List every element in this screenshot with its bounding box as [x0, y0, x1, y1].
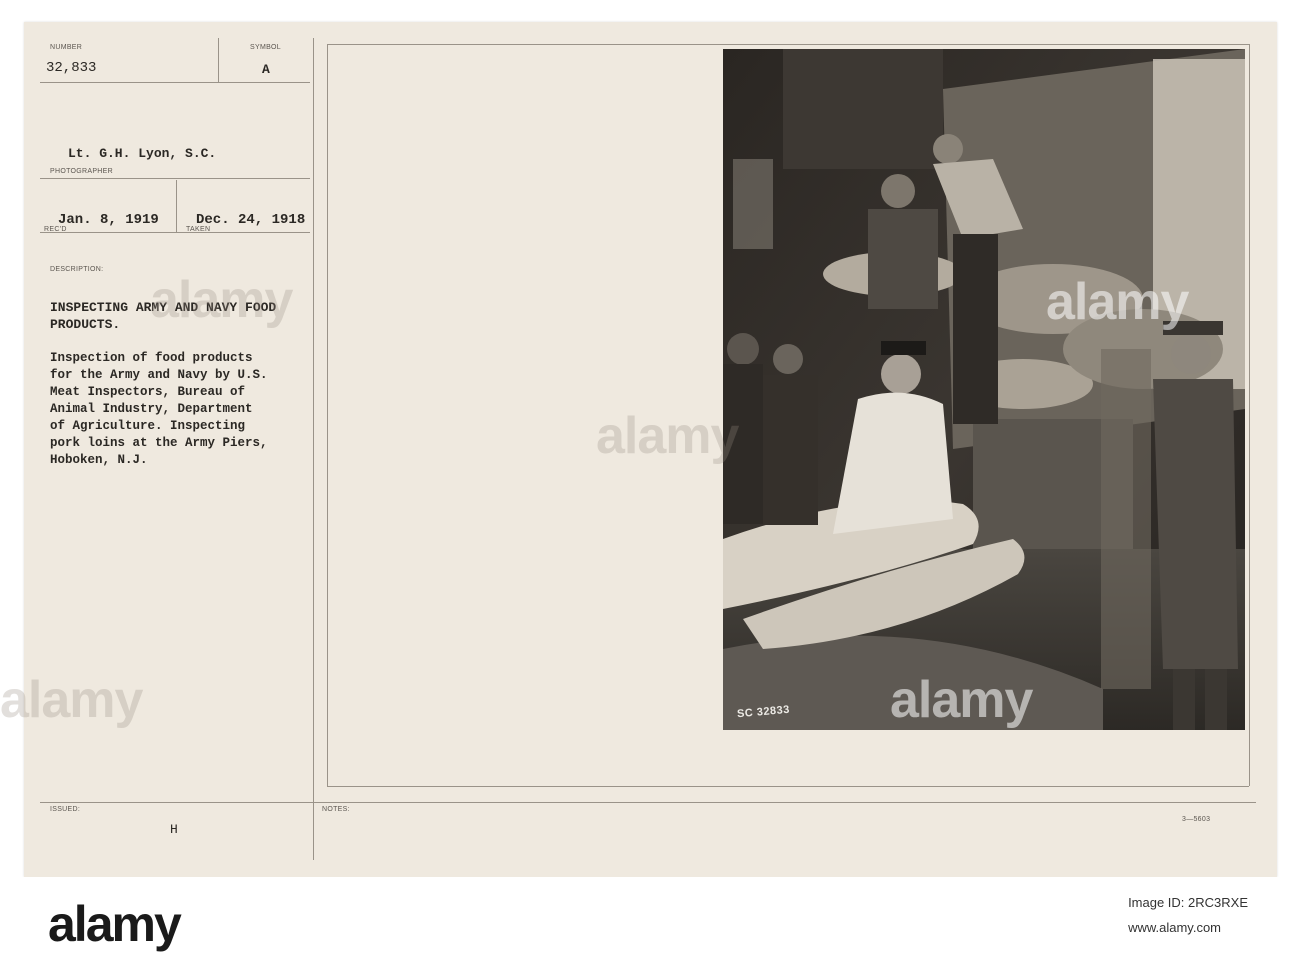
photo-frame-bottom [327, 786, 1249, 787]
issued-label: ISSUED: [50, 806, 81, 813]
description-line: of Agriculture. Inspecting [50, 419, 246, 433]
photographer-rule [40, 178, 310, 179]
description-line: for the Army and Navy by U.S. [50, 368, 268, 382]
record-card: NUMBER 32,833 SYMBOL A Lt. G.H. Lyon, S.… [0, 22, 1277, 877]
description-title-line2: PRODUCTS. [50, 317, 121, 332]
watermark: alamy [150, 271, 293, 329]
number-value: 32,833 [46, 60, 97, 76]
header-rule [40, 82, 310, 83]
watermark: alamy [890, 671, 1033, 729]
taken-date: Dec. 24, 1918 [196, 212, 306, 228]
historical-photograph: SC 32833 [723, 49, 1245, 730]
dates-rule [40, 232, 310, 233]
watermark: alamy [596, 407, 739, 465]
footer-rule [40, 802, 1256, 803]
image-meta: Image ID: 2RC3RXE www.alamy.com [1128, 895, 1248, 935]
number-label: NUMBER [50, 44, 83, 51]
description-label: DESCRIPTION: [50, 266, 104, 273]
form-number: 3—5603 [1182, 816, 1211, 823]
description-line: Animal Industry, Department [50, 402, 253, 416]
description-body: Inspection of food products for the Army… [50, 350, 268, 469]
site-url[interactable]: www.alamy.com [1128, 920, 1248, 935]
issued-value: H [170, 822, 178, 837]
photographer-label: PHOTOGRAPHER [50, 168, 113, 175]
photo-illustration [723, 49, 1245, 730]
description-line: Hoboken, N.J. [50, 453, 148, 467]
alamy-logo: alamy [48, 896, 182, 952]
symbol-value: A [262, 62, 270, 77]
notes-label: NOTES: [322, 806, 350, 813]
photo-frame-top [327, 44, 1249, 45]
column-divider [313, 38, 314, 860]
watermark: alamy [1046, 273, 1189, 331]
image-id: Image ID: 2RC3RXE [1128, 895, 1248, 910]
dates-divider [176, 180, 177, 232]
symbol-label: SYMBOL [250, 44, 281, 51]
number-symbol-divider [218, 38, 219, 82]
description-line: Meat Inspectors, Bureau of [50, 385, 246, 399]
recd-date: Jan. 8, 1919 [58, 212, 159, 228]
photo-frame-right [1249, 44, 1250, 786]
watermark: alamy [0, 671, 143, 729]
stock-footer: alamy Image ID: 2RC3RXE www.alamy.com [0, 877, 1300, 966]
photographer-name: Lt. G.H. Lyon, S.C. [68, 146, 217, 161]
description-line: pork loins at the Army Piers, [50, 436, 268, 450]
description-line: Inspection of food products [50, 351, 253, 365]
photo-frame-left [327, 44, 328, 786]
